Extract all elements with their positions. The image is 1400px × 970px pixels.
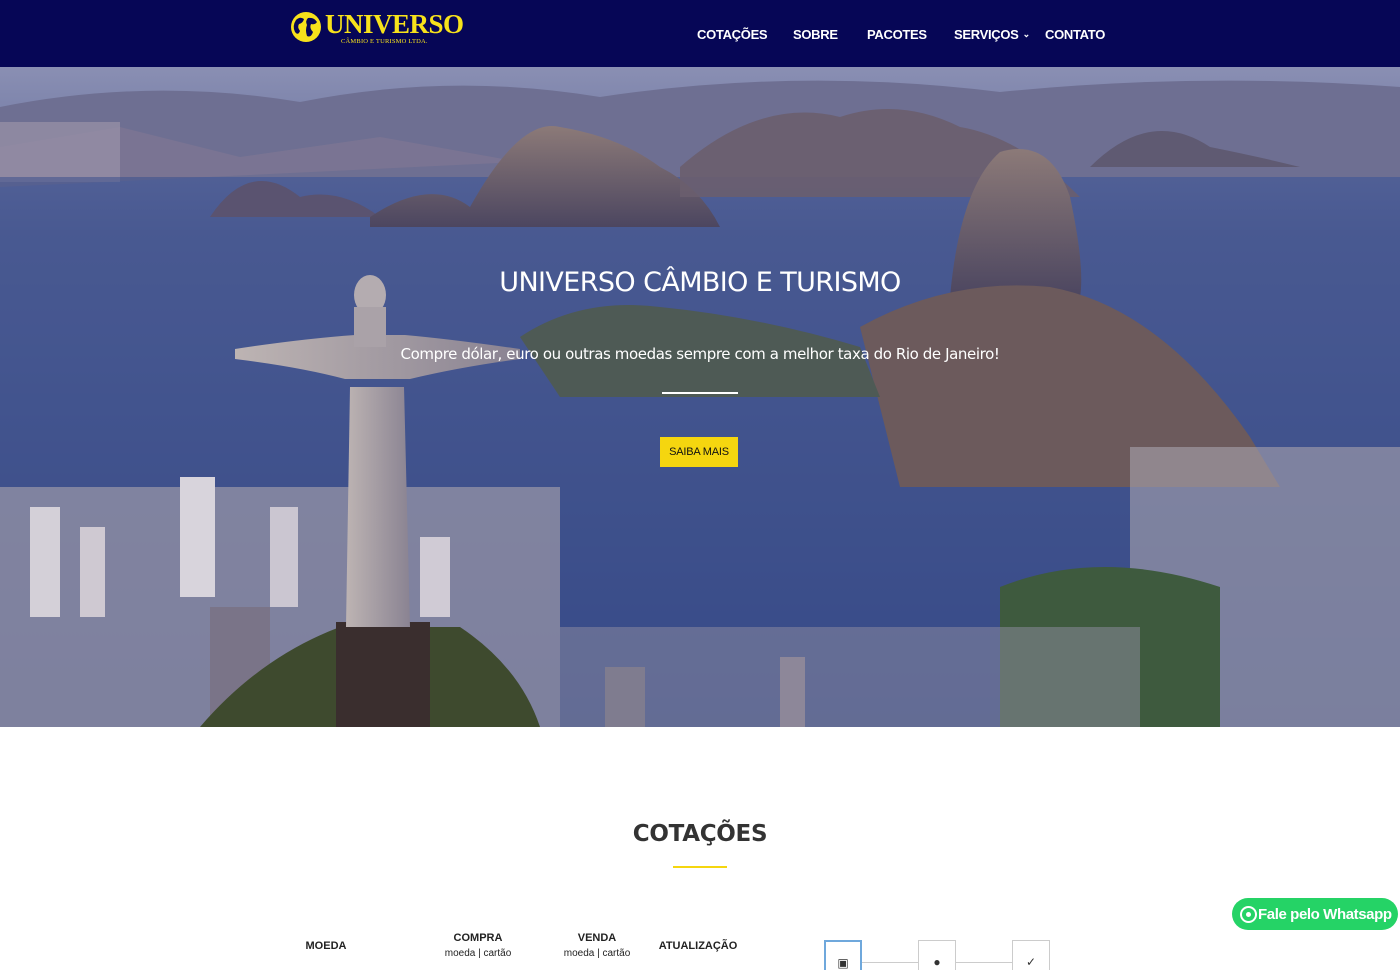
column-header-buy-sub: moeda | cartão — [444, 948, 512, 959]
column-header-currency: MOEDA — [305, 940, 347, 952]
tabs-divider — [862, 962, 918, 963]
column-header-buy-label: COMPRA — [453, 932, 503, 944]
rio-de-janeiro-photo — [0, 67, 1400, 727]
nav-item-cotacoes[interactable]: COTAÇÕES — [697, 27, 768, 42]
whatsapp-button[interactable]: Fale pelo Whatsapp — [1232, 898, 1398, 930]
chevron-down-icon: ⌄ — [1022, 29, 1031, 39]
site-header: UNIVERSO CÂMBIO E TURISMO LTDA. COTAÇÕES… — [0, 0, 1400, 67]
quotes-title: COTAÇÕES — [632, 821, 768, 847]
column-header-buy: COMPRA moeda | cartão — [438, 930, 518, 962]
globe-icon — [291, 12, 321, 42]
nav-item-pacotes[interactable]: PACOTES — [867, 27, 927, 42]
quotes-title-divider — [673, 866, 727, 868]
column-header-sell: VENDA moeda | cartão — [557, 930, 637, 962]
hero-subtitle: Compre dólar, euro ou outras moedas semp… — [400, 345, 1000, 363]
hero-divider — [662, 392, 738, 394]
column-header-updated: ATUALIZAÇÃO — [658, 940, 738, 952]
person-icon: ● — [933, 955, 941, 969]
nav-item-servicos[interactable]: SERVIÇOS ⌄ — [954, 27, 1030, 42]
brand-logo[interactable]: UNIVERSO CÂMBIO E TURISMO LTDA. — [289, 8, 464, 52]
whatsapp-icon — [1240, 906, 1257, 923]
hero-banner: UNIVERSO CÂMBIO E TURISMO Compre dólar, … — [0, 67, 1400, 727]
column-header-sell-sub: moeda | cartão — [563, 948, 631, 959]
tabs-divider — [956, 962, 1012, 963]
check-icon: ✓ — [1025, 955, 1037, 969]
brand-tagline: CÂMBIO E TURISMO LTDA. — [341, 38, 428, 45]
brand-name: UNIVERSO — [325, 9, 464, 39]
nav-item-sobre[interactable]: SOBRE — [793, 27, 838, 42]
tab-card[interactable]: ▣ — [824, 940, 862, 970]
nav-item-contato[interactable]: CONTATO — [1045, 27, 1105, 42]
hero-title: UNIVERSO CÂMBIO E TURISMO — [499, 267, 901, 298]
card-icon: ▣ — [837, 956, 849, 970]
saiba-mais-button[interactable]: SAIBA MAIS — [660, 437, 738, 467]
tab-check[interactable]: ✓ — [1012, 940, 1050, 970]
tab-person[interactable]: ● — [918, 940, 956, 970]
column-header-sell-label: VENDA — [577, 932, 617, 944]
nav-item-servicos-label: SERVIÇOS — [954, 27, 1019, 42]
whatsapp-label: Fale pelo Whatsapp — [1258, 905, 1392, 923]
